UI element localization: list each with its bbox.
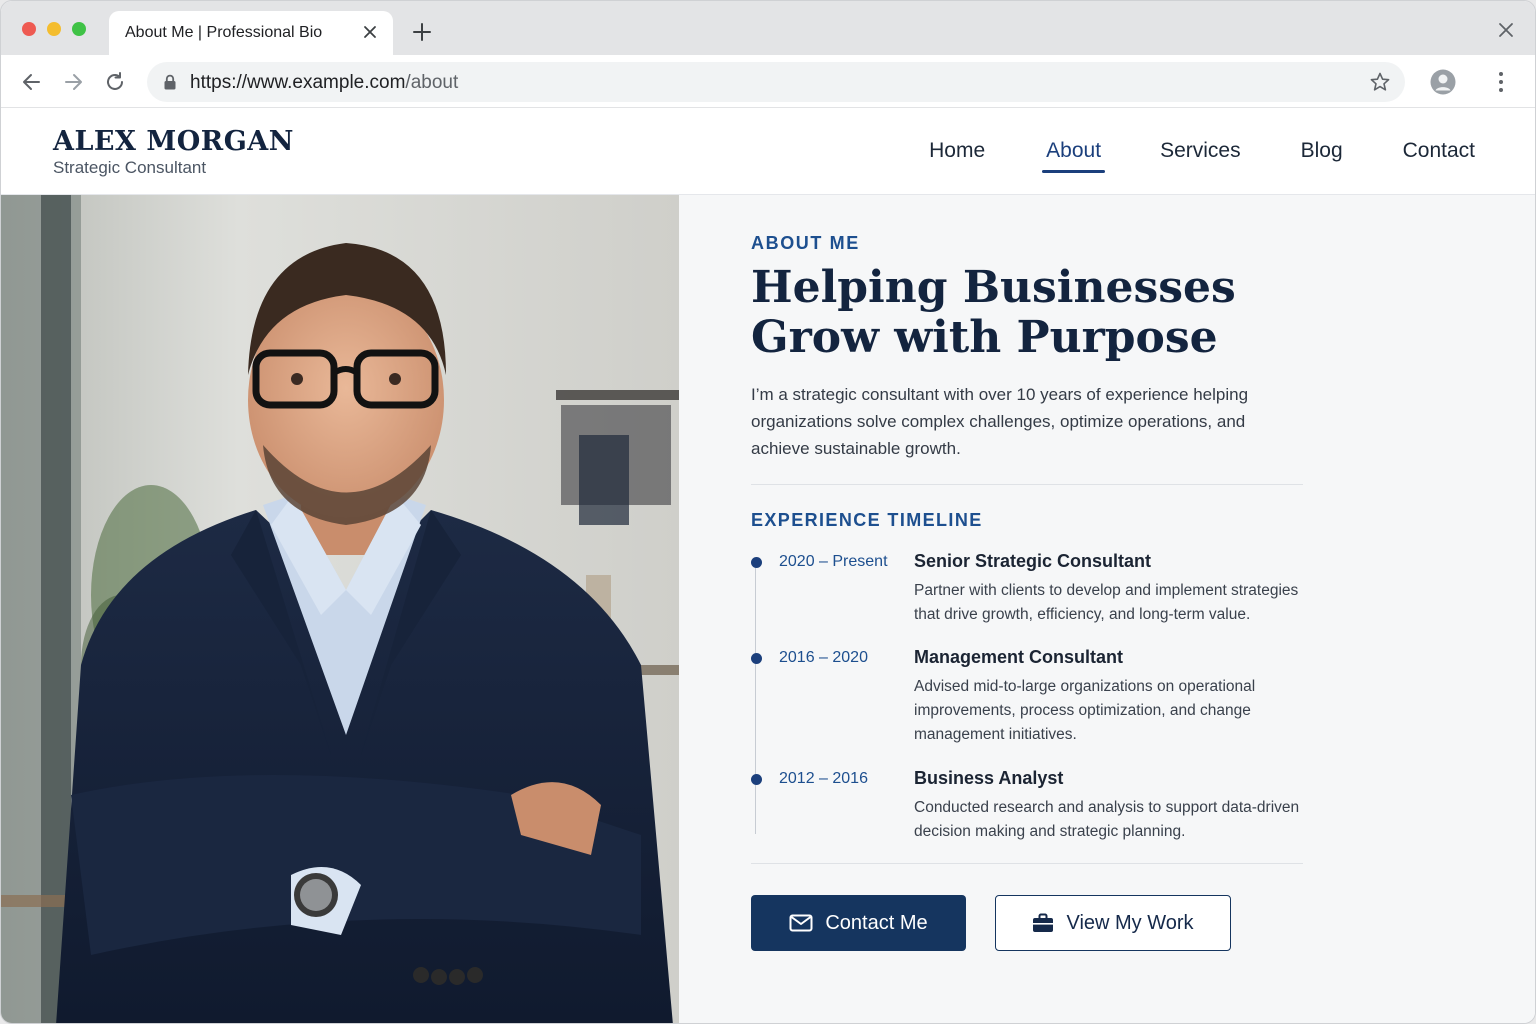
- about-content: ABOUT ME Helping Businesses Grow with Pu…: [679, 195, 1535, 1023]
- reload-icon[interactable]: [101, 68, 129, 96]
- lock-icon: [164, 74, 176, 90]
- url-text: https://www.example.com/about: [190, 72, 458, 94]
- timeline-dot: [751, 557, 762, 568]
- site-tagline: Strategic Consultant: [53, 158, 207, 177]
- contact-me-label: Contact Me: [825, 911, 928, 934]
- bookmark-star-icon[interactable]: [1369, 71, 1391, 93]
- nav-home[interactable]: Home: [927, 136, 987, 173]
- timeline-role: Business Analyst: [914, 768, 1064, 788]
- contact-me-button[interactable]: Contact Me: [751, 895, 966, 951]
- site-header: ALEX MORGAN Strategic Consultant Home Ab…: [1, 108, 1535, 195]
- timeline-period: 2012 – 2016: [779, 770, 868, 787]
- new-tab-plus-icon[interactable]: [409, 19, 435, 45]
- address-bar[interactable]: https://www.example.com/about: [147, 62, 1405, 102]
- tab-title: About Me | Professional Bio: [125, 24, 323, 41]
- nav-services[interactable]: Services: [1158, 136, 1243, 173]
- window-minimize-dot[interactable]: [47, 22, 61, 36]
- timeline-description: Advised mid-to-large organizations on op…: [914, 678, 1256, 743]
- tab-close-icon[interactable]: [359, 21, 381, 43]
- url-host: https://www.example.com: [190, 72, 406, 93]
- timeline-description: Partner with clients to develop and impl…: [914, 582, 1299, 623]
- window-close-dot[interactable]: [22, 22, 36, 36]
- headline-line-1: Helping Businesses: [751, 262, 1236, 313]
- timeline-line: [755, 559, 756, 834]
- nav-about[interactable]: About: [1042, 136, 1105, 173]
- intro-paragraph: I’m a strategic consultant with over 10 …: [751, 385, 1249, 458]
- timeline-dot: [751, 774, 762, 785]
- view-my-work-label: View My Work: [1066, 911, 1194, 934]
- briefcase-icon: [1033, 913, 1054, 932]
- nav-blog[interactable]: Blog: [1299, 136, 1345, 173]
- browser-tab-active[interactable]: About Me | Professional Bio: [109, 11, 393, 55]
- headline-line-2: Grow with Purpose: [751, 312, 1218, 363]
- profile-avatar-icon[interactable]: [1429, 68, 1457, 96]
- view-my-work-button[interactable]: View My Work: [995, 895, 1231, 951]
- back-arrow-icon[interactable]: [18, 68, 46, 96]
- timeline-period: 2020 – Present: [779, 553, 888, 570]
- browser-window: About Me | Professional Bio https://www.…: [0, 0, 1536, 1024]
- divider-bottom: [751, 863, 1303, 864]
- site-name[interactable]: ALEX MORGAN: [53, 126, 294, 157]
- timeline-description: Conducted research and analysis to suppo…: [914, 799, 1300, 840]
- timeline-role: Management Consultant: [914, 647, 1124, 667]
- url-path: /about: [405, 72, 459, 93]
- main-navigation: Home About Services Blog Contact: [927, 136, 1477, 173]
- browser-menu-icon[interactable]: [1491, 68, 1511, 96]
- timeline-heading: EXPERIENCE TIMELINE: [751, 510, 983, 530]
- section-eyebrow: ABOUT ME: [751, 233, 860, 253]
- timeline-period: 2016 – 2020: [779, 649, 868, 666]
- tab-strip: About Me | Professional Bio: [1, 1, 1535, 55]
- window-close-x-icon[interactable]: [1495, 19, 1517, 41]
- nav-contact[interactable]: Contact: [1401, 136, 1477, 173]
- timeline-dot: [751, 653, 762, 664]
- divider-top: [751, 484, 1303, 485]
- browser-toolbar: https://www.example.com/about: [1, 55, 1535, 108]
- window-maximize-dot[interactable]: [72, 22, 86, 36]
- page-headline: Helping Businesses Grow with Purpose: [751, 263, 1311, 363]
- timeline-role: Senior Strategic Consultant: [914, 551, 1152, 571]
- portrait-photo: [1, 195, 679, 1023]
- forward-arrow-icon[interactable]: [59, 68, 87, 96]
- envelope-icon: [789, 914, 813, 932]
